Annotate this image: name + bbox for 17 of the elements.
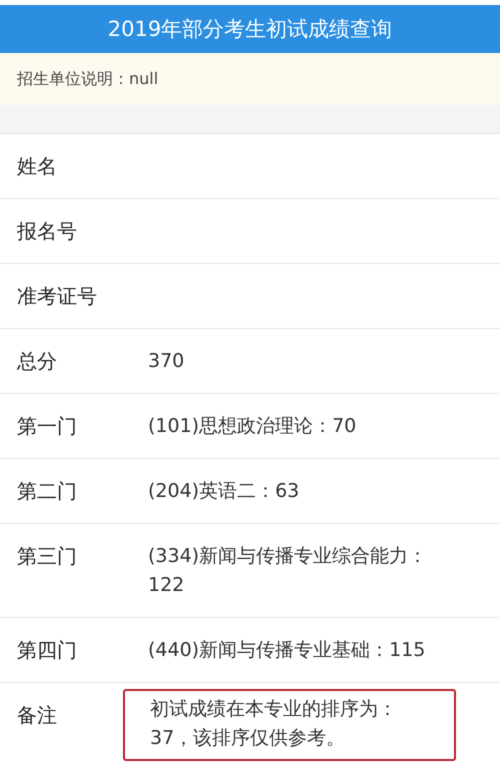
field-label: 第二门 — [17, 478, 78, 505]
field-label: 第一门 — [17, 413, 78, 440]
field-value: (440)新闻与传播专业基础：115 — [148, 638, 426, 663]
field-value: (334)新闻与传播专业综合能力：122 — [148, 544, 428, 598]
notice-text: 招生单位说明：null — [17, 68, 158, 90]
field-label: 报名号 — [17, 218, 78, 245]
field-label: 第四门 — [17, 637, 78, 664]
page-title: 2019年部分考生初试成绩查询 — [108, 16, 392, 43]
highlighted-remark: 初试成绩在本专业的排序为：37，该排序仅供参考。 — [123, 689, 456, 761]
field-label: 准考证号 — [17, 283, 98, 310]
field-value: 370 — [148, 349, 186, 374]
field-label: 备注 — [17, 702, 58, 729]
field-label: 第三门 — [17, 543, 78, 570]
field-label: 总分 — [17, 348, 58, 375]
field-label: 姓名 — [17, 153, 58, 180]
field-value: (101)思想政治理论：70 — [148, 414, 358, 439]
field-value: (204)英语二：63 — [148, 479, 300, 504]
